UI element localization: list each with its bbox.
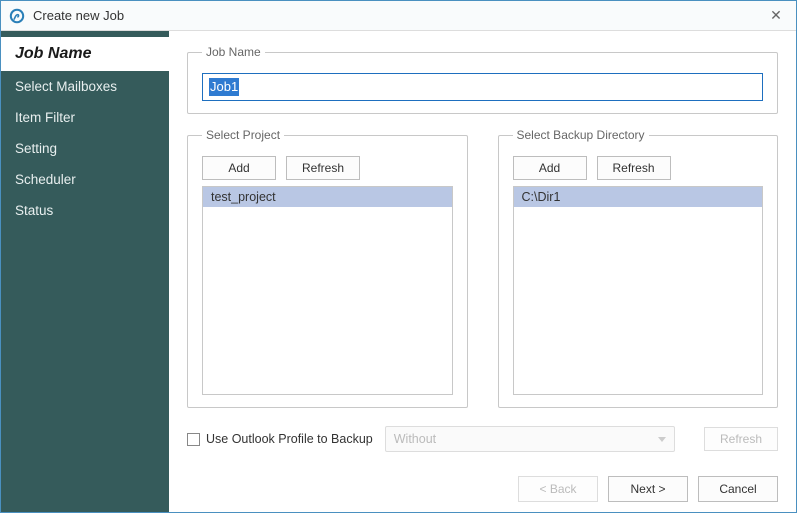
outlook-profile-combo-value: Without [394,432,436,446]
backupdir-refresh-button[interactable]: Refresh [597,156,671,180]
job-name-group: Job Name Job1 [187,45,778,114]
project-add-button[interactable]: Add [202,156,276,180]
window-title: Create new Job [33,8,124,23]
select-backup-directory-group: Select Backup Directory Add Refresh C:\D… [498,128,779,408]
close-icon[interactable]: ✕ [764,6,788,26]
project-listbox[interactable]: test_project [202,186,453,395]
outlook-refresh-button: Refresh [704,427,778,451]
cancel-button[interactable]: Cancel [698,476,778,502]
next-button[interactable]: Next > [608,476,688,502]
main-panel: Job Name Job1 Select Project Add Refresh [169,31,796,512]
titlebar: Create new Job ✕ [1,1,796,31]
sidebar-item-scheduler[interactable]: Scheduler [1,164,169,195]
project-refresh-button[interactable]: Refresh [286,156,360,180]
app-icon [9,8,25,24]
use-outlook-profile-text: Use Outlook Profile to Backup [206,432,373,446]
use-outlook-profile-checkbox[interactable] [187,433,200,446]
list-item[interactable]: test_project [203,187,452,207]
backupdir-listbox[interactable]: C:\Dir1 [513,186,764,395]
wizard-sidebar: Job Name Select Mailboxes Item Filter Se… [1,31,169,512]
list-item[interactable]: C:\Dir1 [514,187,763,207]
sidebar-item-setting[interactable]: Setting [1,133,169,164]
back-button: < Back [518,476,598,502]
backupdir-add-button[interactable]: Add [513,156,587,180]
job-name-input[interactable] [202,73,763,101]
sidebar-item-job-name[interactable]: Job Name [1,37,169,71]
outlook-profile-row: Use Outlook Profile to Backup Without Re… [187,426,778,452]
sidebar-item-status[interactable]: Status [1,195,169,226]
chevron-down-icon [658,437,666,442]
job-name-legend: Job Name [202,45,265,59]
dialog-window: Create new Job ✕ Job Name Select Mailbox… [0,0,797,513]
select-project-legend: Select Project [202,128,284,142]
sidebar-item-item-filter[interactable]: Item Filter [1,102,169,133]
outlook-profile-combo: Without [385,426,675,452]
wizard-footer: < Back Next > Cancel [187,470,778,502]
select-project-group: Select Project Add Refresh test_project [187,128,468,408]
use-outlook-profile-label[interactable]: Use Outlook Profile to Backup [187,432,373,446]
sidebar-item-select-mailboxes[interactable]: Select Mailboxes [1,71,169,102]
select-backup-directory-legend: Select Backup Directory [513,128,649,142]
